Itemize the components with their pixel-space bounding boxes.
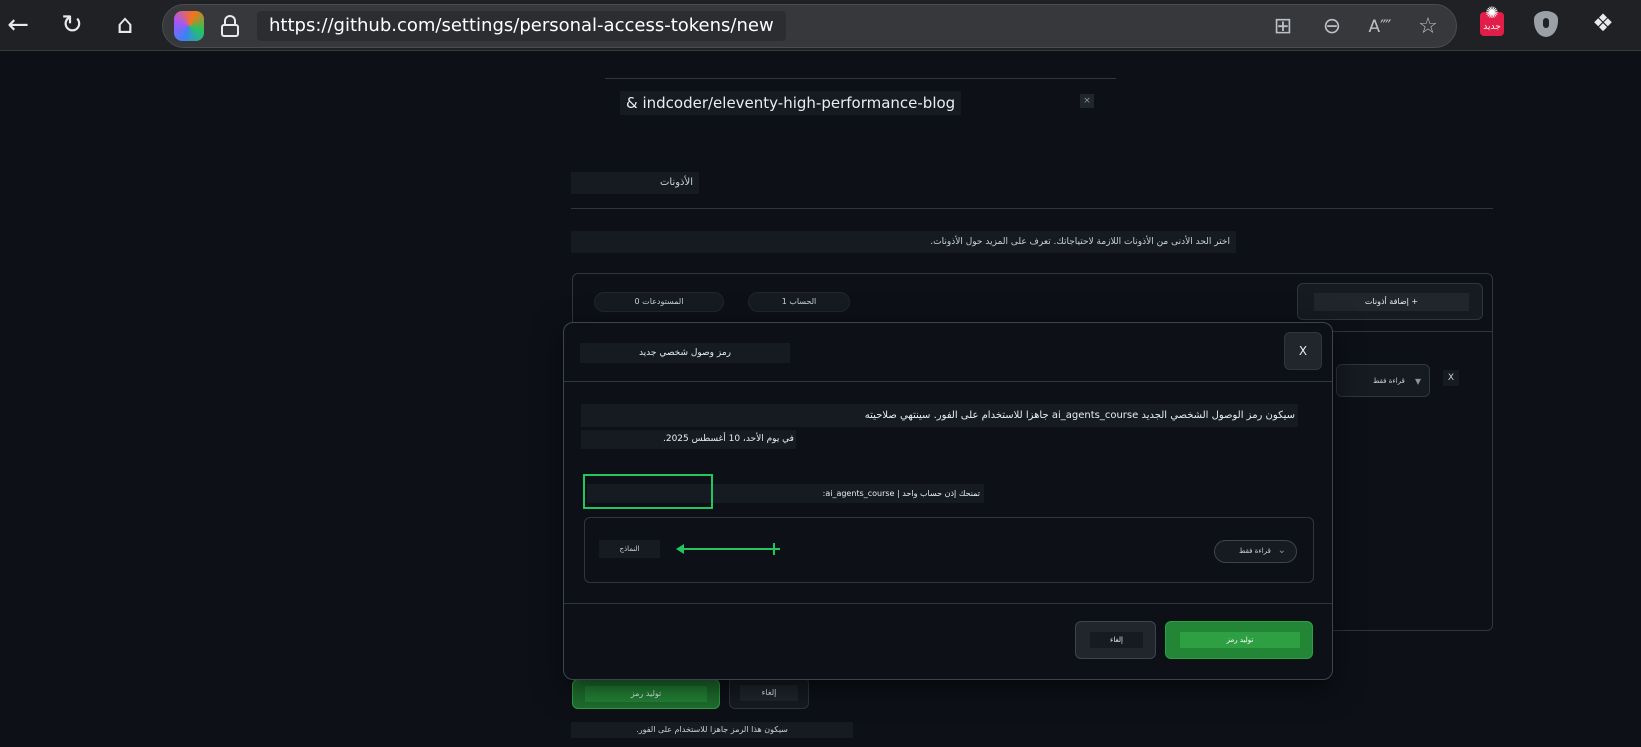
favorite-star-icon[interactable]: ☆	[1414, 13, 1442, 41]
remove-repository-icon[interactable]: ×	[1080, 94, 1094, 108]
permissions-heading: الأذونات	[571, 172, 699, 194]
permission-list: النماذج قراءة فقط	[584, 517, 1314, 583]
home-icon[interactable]: ⌂	[110, 10, 140, 40]
dialog-message: سيكون رمز الوصول الشخصي الجديد ai_agents…	[581, 404, 1298, 427]
shield-icon[interactable]	[1534, 11, 1558, 37]
arrow-annotation-icon	[676, 543, 780, 555]
dialog-cancel-button[interactable]: إلغاء	[1075, 621, 1156, 659]
dialog-generate-token-button[interactable]: توليد رمز	[1165, 621, 1313, 659]
back-icon[interactable]: ←	[3, 10, 33, 40]
highlight-annotation	[583, 474, 713, 509]
confirm-token-dialog: رمز وصول شخصي جديد X سيكون رمز الوصول ال…	[563, 322, 1333, 680]
access-level-select[interactable]: قراءة فقط	[1336, 364, 1430, 398]
extensions-puzzle-icon[interactable]: ❖	[1588, 8, 1618, 38]
url-text[interactable]: https://github.com/settings/personal-acc…	[257, 11, 786, 41]
add-permissions-label: + إضافة أذونات	[1314, 293, 1469, 311]
repositories-tab[interactable]: المستودعات 0	[594, 292, 724, 312]
permission-access-select[interactable]: قراءة فقط	[1214, 540, 1297, 563]
permissions-help-text: اختر الحد الأدنى من الأذونات اللازمة لاح…	[571, 231, 1236, 253]
token-ready-note: سيكون هذا الرمز جاهزا للاستخدام على الفو…	[571, 722, 853, 738]
dialog-generate-label: توليد رمز	[1180, 632, 1300, 648]
dialog-title: رمز وصول شخصي جديد	[580, 343, 790, 363]
add-permissions-button[interactable]: + إضافة أذونات	[1297, 283, 1483, 320]
dialog-expiry-date: في يوم الأحد، 10 أغسطس 2025.	[581, 430, 796, 449]
split-screen-icon[interactable]: ⊞	[1269, 13, 1297, 41]
generate-token-button[interactable]: توليد رمز	[572, 679, 720, 709]
dialog-close-button[interactable]: X	[1284, 332, 1322, 370]
lock-icon[interactable]	[220, 15, 240, 37]
account-tab[interactable]: الحساب 1	[748, 292, 850, 312]
zoom-out-icon[interactable]: ⊖	[1318, 13, 1346, 41]
selected-repository: & indcoder/eleventy-high-performance-blo…	[620, 91, 962, 115]
cancel-label: إلغاء	[740, 685, 798, 701]
address-bar[interactable]: https://github.com/settings/personal-acc…	[162, 4, 1457, 48]
divider	[605, 78, 1116, 79]
divider	[564, 603, 1332, 604]
dialog-cancel-label: إلغاء	[1090, 632, 1143, 648]
extension-badge-text: جديد	[1483, 22, 1501, 32]
divider	[571, 208, 1493, 209]
read-aloud-icon[interactable]: A⁗	[1366, 13, 1394, 41]
refresh-icon[interactable]: ↻	[57, 10, 87, 40]
generate-token-label: توليد رمز	[585, 686, 707, 702]
cancel-button[interactable]: إلغاء	[729, 677, 809, 709]
divider	[564, 381, 1332, 382]
remove-permission-button[interactable]: X	[1443, 370, 1459, 386]
copilot-icon[interactable]	[174, 11, 204, 41]
extension-badge-icon[interactable]: جديد	[1480, 3, 1504, 36]
permission-item-label: النماذج	[599, 540, 660, 558]
browser-toolbar: ← ↻ ⌂ https://github.com/settings/person…	[0, 0, 1641, 51]
